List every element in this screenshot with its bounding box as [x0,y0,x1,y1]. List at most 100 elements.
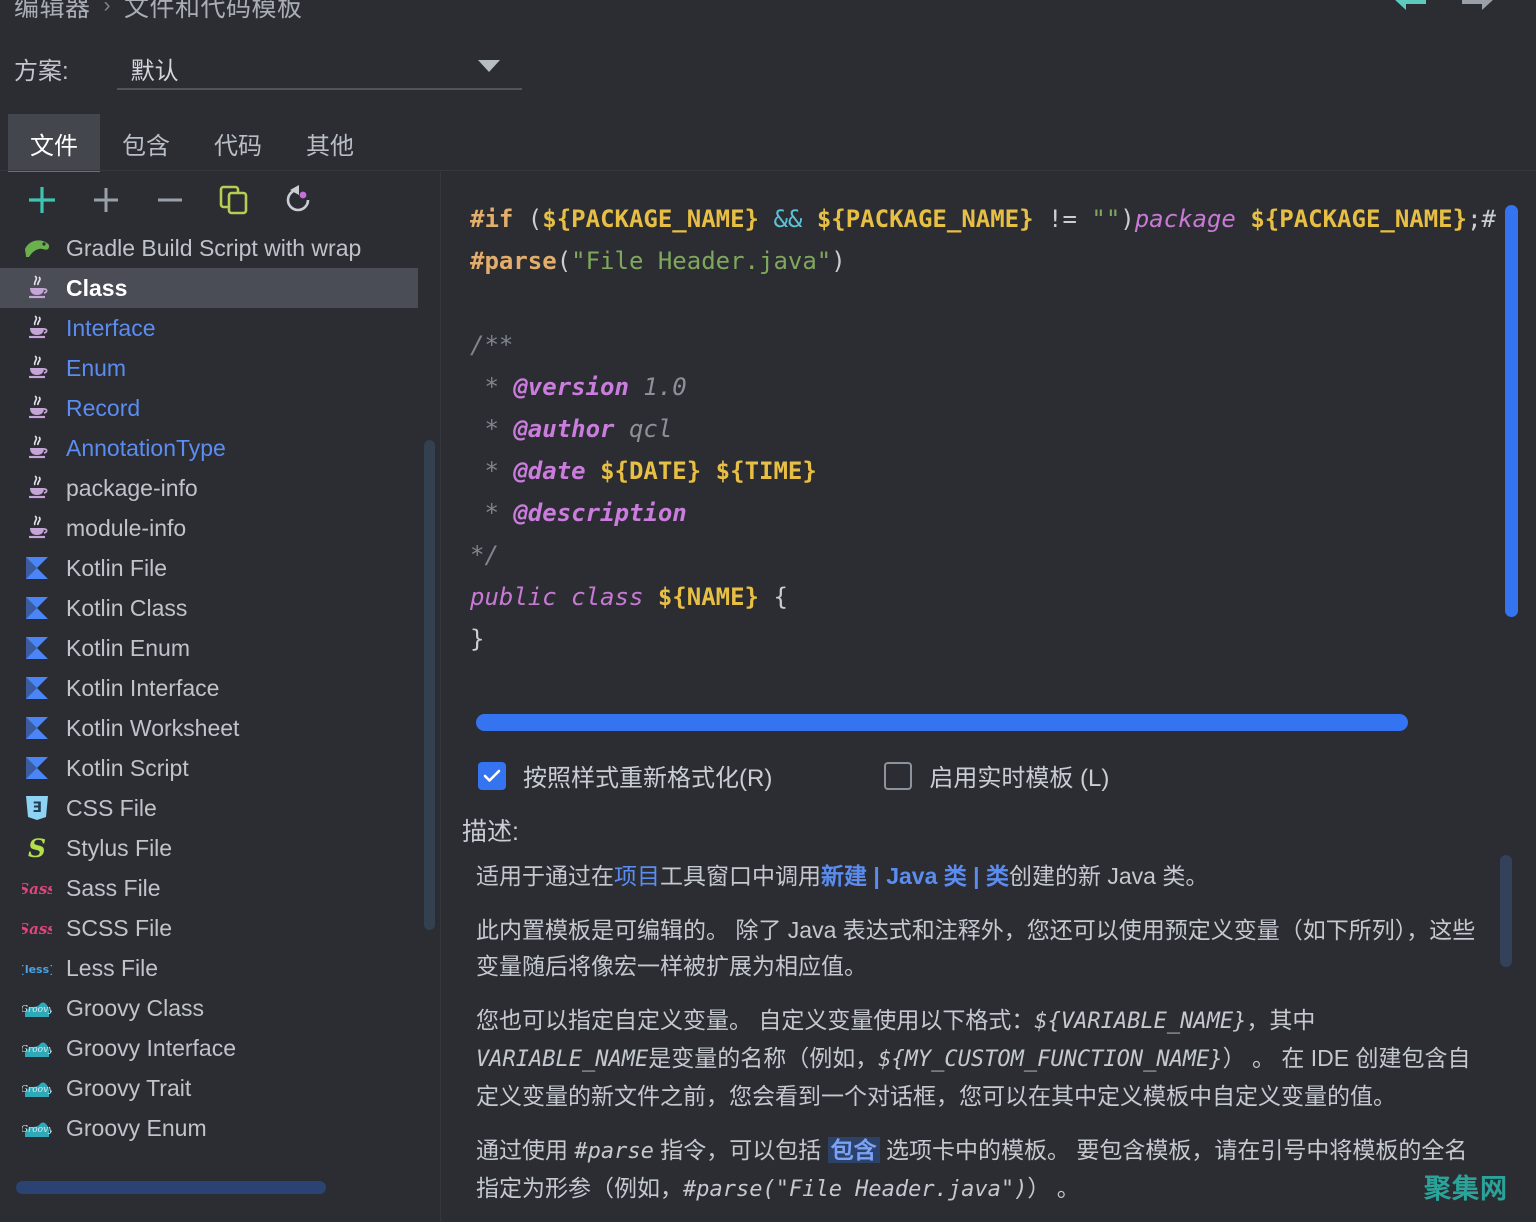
checkbox-unchecked-icon[interactable] [884,762,912,790]
list-item[interactable]: Groovy Groovy Interface [0,1028,418,1068]
description-vertical-scrollbar[interactable] [1500,855,1512,967]
code-var-package-name: ${PACKAGE_NAME} [542,205,759,233]
code-token: ( [557,247,571,275]
code-var-date: ${DATE} [600,457,701,485]
add-template-button[interactable] [22,180,62,220]
list-item-label: Record [66,395,140,422]
template-code-editor[interactable]: #if (${PACKAGE_NAME} && ${PACKAGE_NAME} … [442,180,1536,700]
template-list[interactable]: Gradle Build Script with wrap Class [0,228,418,1154]
checkbox-checked-icon[interactable] [478,762,506,790]
list-item[interactable]: Groovy Groovy Annotation [0,1148,418,1154]
svg-text:Groovy: Groovy [22,1085,52,1095]
link-includes-tab[interactable]: 包含 [828,1137,880,1163]
list-item[interactable]: package-info [0,468,418,508]
remove-template-button[interactable] [150,180,190,220]
template-list-panel: Gradle Build Script with wrap Class [0,172,440,1222]
list-item[interactable]: Kotlin File [0,548,418,588]
tab-other[interactable]: 其他 [284,114,376,172]
code-directive-if: #if [470,205,513,233]
options-row: 按照样式重新格式化(R) 启用实时模板 (L) [478,758,1109,793]
list-item-label: package-info [66,475,198,502]
code-comment-star: * [470,499,513,527]
list-item[interactable]: Kotlin Interface [0,668,418,708]
reformat-according-to-style-checkbox[interactable]: 按照样式重新格式化(R) [478,758,772,793]
list-item[interactable]: Gradle Build Script with wrap [0,228,418,268]
template-list-vertical-scrollbar[interactable] [424,440,435,930]
list-item[interactable]: Groovy Groovy Class [0,988,418,1028]
list-item[interactable]: Enum [0,348,418,388]
code-token [586,457,600,485]
list-item-label: Kotlin Interface [66,675,219,702]
list-item[interactable]: AnnotationType [0,428,418,468]
code-directive-parse: #parse [470,247,557,275]
list-item-label: Groovy Trait [66,1075,191,1102]
reset-template-button[interactable] [278,180,318,220]
groovy-icon: Groovy [22,1113,52,1143]
svg-text:Ǝ: Ǝ [32,800,42,816]
chevron-down-icon[interactable] [478,60,500,72]
list-item[interactable]: Kotlin Script [0,748,418,788]
list-item[interactable]: Sass Sass File [0,868,418,908]
enable-live-templates-checkbox[interactable]: 启用实时模板 (L) [884,758,1109,793]
list-item[interactable]: Kotlin Class [0,588,418,628]
tab-bar: 文件 包含 代码 其他 [8,114,376,172]
desc-text: 是变量的名称（例如， [648,1045,878,1071]
svg-text:S: S [28,834,46,863]
code-token: ;# [1467,205,1496,233]
scheme-combobox[interactable]: 默认 [117,48,522,90]
list-item[interactable]: Kotlin Enum [0,628,418,668]
list-item[interactable]: Groovy Groovy Trait [0,1068,418,1108]
groovy-icon: Groovy [22,1153,52,1154]
breadcrumb-parent[interactable]: 编辑器 [14,0,91,24]
code-closing-brace: } [470,625,484,653]
arrow-left-icon[interactable] [1392,0,1428,12]
code-token: != [1034,205,1092,233]
sass-icon: Sass [22,873,52,903]
code-operator-and: && [773,205,802,233]
code-keyword-package: package [1135,205,1236,233]
description-title: 描述: [462,812,519,848]
list-item[interactable]: Groovy Groovy Enum [0,1108,418,1148]
code-token: ) [1120,205,1134,233]
svg-text:Groovy: Groovy [22,1125,52,1135]
list-item-class[interactable]: Class [0,268,418,308]
list-item[interactable]: Sass SCSS File [0,908,418,948]
link-new-java-class[interactable]: 新建 | Java 类 | 类 [821,863,1009,889]
copy-template-button[interactable] [214,180,254,220]
description-paragraph-3: 您也可以指定自定义变量。 自定义变量使用以下格式：${VARIABLE_NAME… [476,1002,1490,1114]
arrow-right-icon[interactable] [1460,0,1496,12]
template-list-toolbar [0,172,440,228]
checkbox-label: 启用实时模板 (L) [929,758,1109,793]
tab-code[interactable]: 代码 [192,114,284,172]
svg-text:Sass: Sass [22,920,52,938]
code-javadoc-version-value: 1.0 [629,373,687,401]
link-project[interactable]: 项目 [614,863,660,889]
template-list-horizontal-scrollbar[interactable] [16,1181,326,1194]
list-item[interactable]: {less} Less File [0,948,418,988]
code-javadoc-date: @date [513,457,585,485]
list-item[interactable]: module-info [0,508,418,548]
list-item-label: module-info [66,515,186,542]
code-javadoc-description: @description [513,499,686,527]
editor-horizontal-scrollbar[interactable] [476,714,1408,731]
add-child-template-button[interactable] [86,180,126,220]
tab-includes[interactable]: 包含 [100,114,192,172]
list-item-label: Groovy Interface [66,1035,236,1062]
list-item[interactable]: Record [0,388,418,428]
list-item[interactable]: Ǝ CSS File [0,788,418,828]
tab-bar-divider [0,170,1536,171]
list-item-label: Kotlin Script [66,755,189,782]
code-token [1236,205,1250,233]
code-token [643,583,657,611]
list-item[interactable]: S Stylus File [0,828,418,868]
list-item[interactable]: Kotlin Worksheet [0,708,418,748]
kotlin-icon [22,633,52,663]
code-token [802,205,816,233]
list-item[interactable]: Interface [0,308,418,348]
kotlin-icon [22,673,52,703]
list-item-label: Kotlin File [66,555,167,582]
scheme-value: 默认 [117,51,179,86]
list-item-label: SCSS File [66,915,172,942]
editor-vertical-scrollbar[interactable] [1505,205,1518,617]
tab-files[interactable]: 文件 [8,114,100,172]
